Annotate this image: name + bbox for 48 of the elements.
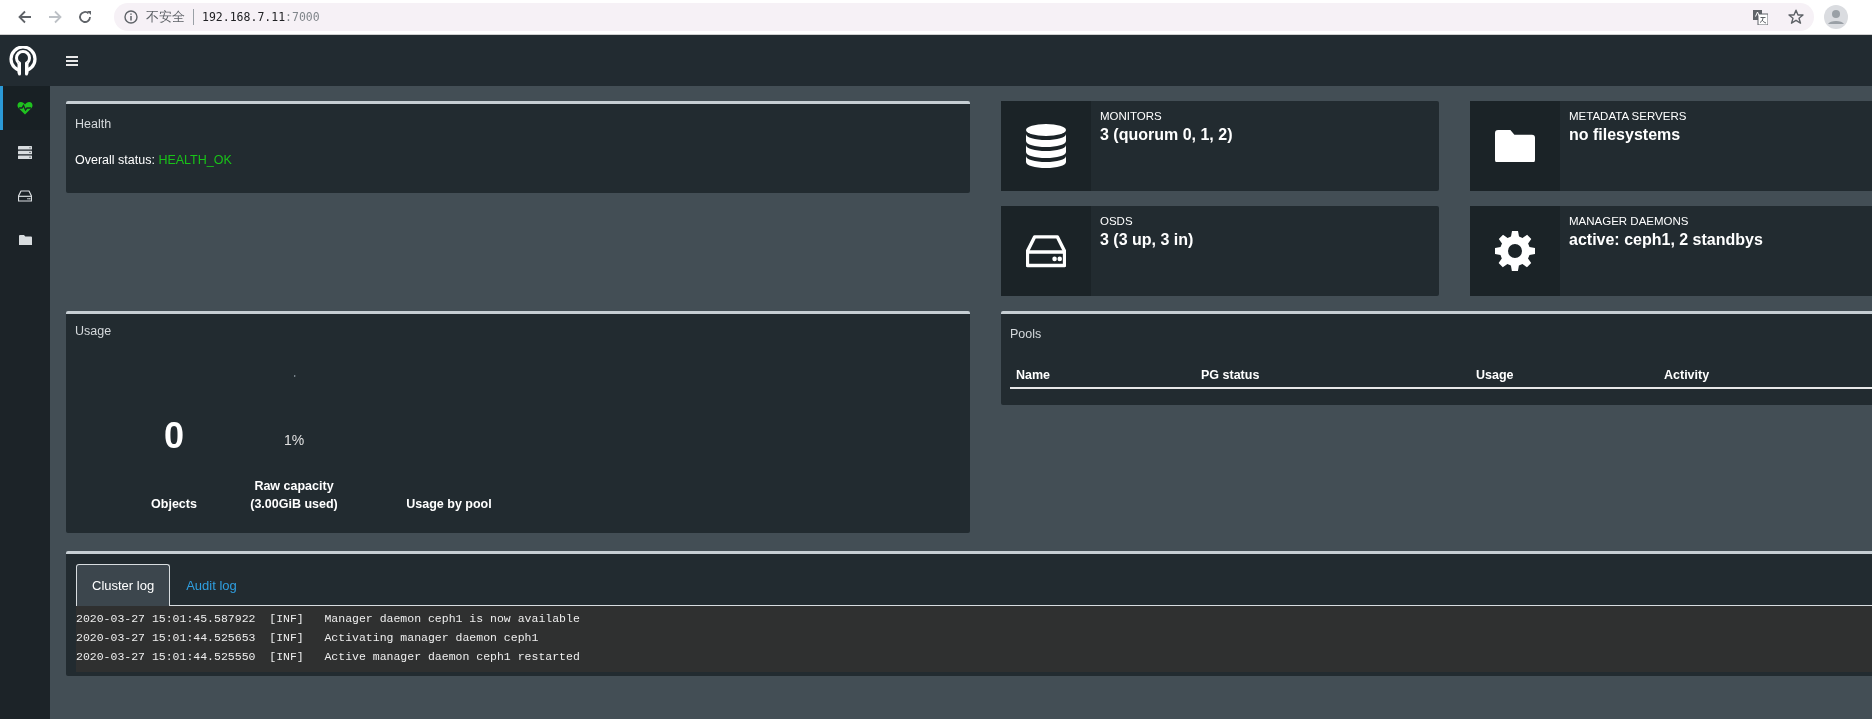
log-tab[interactable]: Audit log — [170, 564, 253, 605]
log-entry: 2020-03-27 15:01:44.525550 [INF] Active manager daemon ceph1 restarted — [76, 649, 581, 665]
avatar-icon[interactable] — [1824, 5, 1848, 29]
panel-title: Usage — [75, 324, 113, 338]
translate-icon — [1753, 9, 1768, 25]
forward-arrow-icon — [48, 10, 62, 24]
overall-status: Overall status: HEALTH_OK — [75, 153, 232, 167]
panel-title: Pools — [1010, 327, 1042, 341]
raw-capacity-label: Raw capacity (3.00GiB used) — [250, 478, 338, 513]
card-value: active: ceph1, 2 standbys — [1569, 231, 1763, 249]
card-title: MANAGER DAEMONS — [1569, 215, 1689, 227]
database-icon — [1026, 124, 1066, 168]
card-title: OSDS — [1100, 215, 1133, 227]
log-entry: 2020-03-27 15:01:45.587922 [INF] Manager daemon ceph1 is now available — [76, 611, 581, 627]
settings-icon — [1495, 231, 1535, 271]
menu-icon — [66, 55, 78, 66]
capacity-percent: 1% — [283, 431, 305, 448]
hard-drive-icon — [1026, 233, 1066, 269]
sidebar-item[interactable] — [0, 86, 50, 130]
card-value: 3 (quorum 0, 1, 2) — [1100, 126, 1233, 144]
card-value: 3 (3 up, 3 in) — [1100, 231, 1194, 249]
column-header[interactable]: PG status — [1195, 368, 1470, 388]
log-entry: 2020-03-27 15:01:44.525653 [INF] Activating manager daemon ceph1 — [76, 630, 540, 646]
panel-title: Health — [75, 117, 112, 131]
url-text: 192.168.7.11:7000 — [202, 10, 320, 24]
server-list-icon — [18, 145, 32, 159]
folder-icon — [18, 234, 32, 246]
info-icon — [124, 10, 138, 24]
folder-icon — [1495, 129, 1535, 163]
hard-drive-icon — [18, 190, 32, 202]
usage-by-pool-label: Usage by pool — [406, 496, 492, 513]
column-header[interactable]: Activity — [1658, 368, 1872, 388]
security-label: 不安全 — [146, 8, 185, 26]
star-icon[interactable] — [1788, 9, 1804, 25]
octopus-logo[interactable] — [8, 45, 38, 76]
card-title: MONITORS — [1100, 110, 1162, 122]
reload-icon — [78, 10, 92, 24]
column-header[interactable]: Usage — [1470, 368, 1658, 388]
back-arrow-icon — [18, 10, 32, 24]
card-value: no filesystems — [1569, 126, 1681, 144]
card-title: METADATA SERVERS — [1569, 110, 1687, 122]
menu-button[interactable] — [66, 55, 78, 66]
heartbeat-icon — [17, 101, 33, 115]
log-tab[interactable]: Cluster log — [76, 564, 171, 606]
column-header[interactable]: Name — [1010, 368, 1195, 388]
objects-label: Objects — [151, 496, 197, 513]
address-bar[interactable]: 不安全 192.168.7.11:7000 — [114, 3, 1814, 31]
objects-count: 0 — [164, 415, 184, 457]
